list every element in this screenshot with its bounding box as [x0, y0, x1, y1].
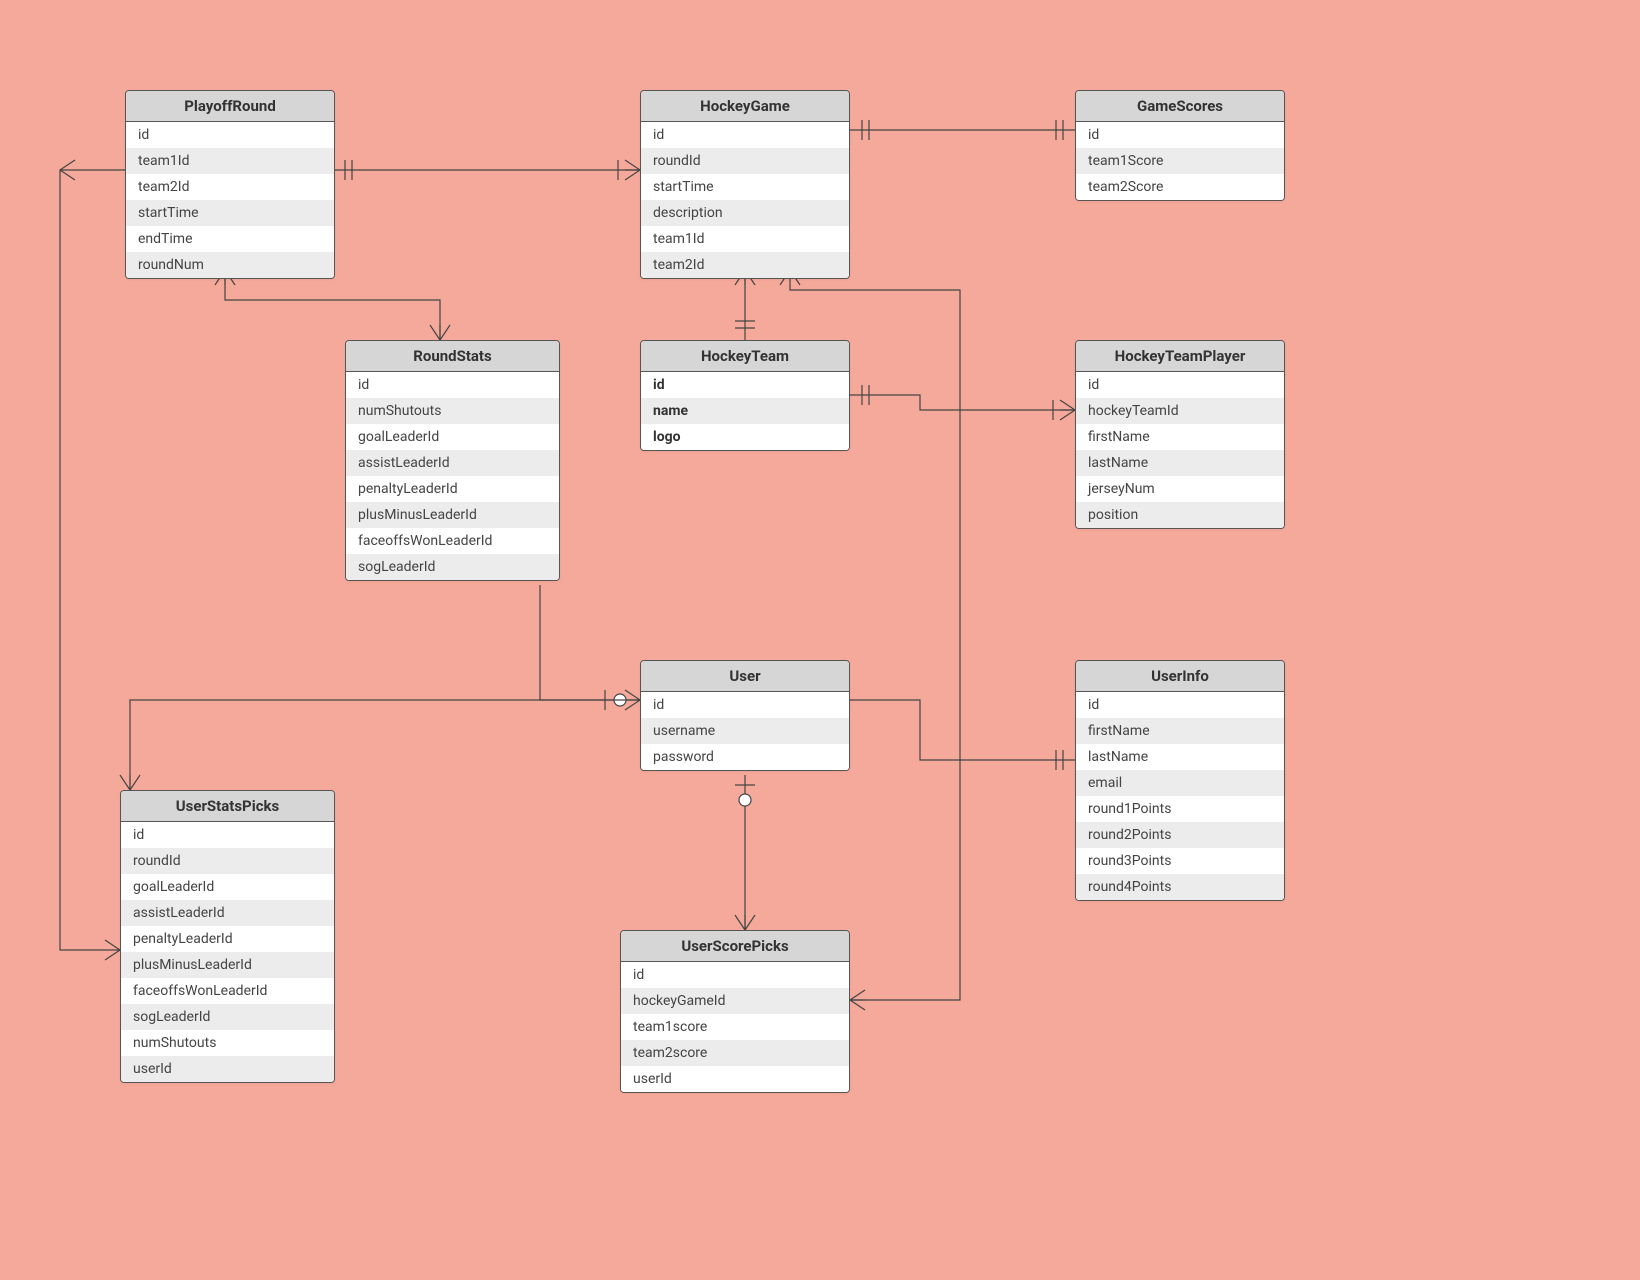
- field: id: [126, 122, 334, 148]
- field: sogLeaderId: [121, 1004, 334, 1030]
- field: penaltyLeaderId: [346, 476, 559, 502]
- field: userId: [621, 1066, 849, 1092]
- field: team1score: [621, 1014, 849, 1040]
- entity-userinfo[interactable]: UserInfo id firstName lastName email rou…: [1075, 660, 1285, 901]
- field: assistLeaderId: [121, 900, 334, 926]
- entity-title: RoundStats: [346, 341, 559, 372]
- field: plusMinusLeaderId: [346, 502, 559, 528]
- field: goalLeaderId: [346, 424, 559, 450]
- field: startTime: [641, 174, 849, 200]
- entity-title: User: [641, 661, 849, 692]
- field: team2Id: [126, 174, 334, 200]
- entity-roundstats[interactable]: RoundStats id numShutouts goalLeaderId a…: [345, 340, 560, 581]
- entity-playoffround[interactable]: PlayoffRound id team1Id team2Id startTim…: [125, 90, 335, 279]
- er-diagram-canvas: PlayoffRound id team1Id team2Id startTim…: [0, 0, 1640, 1280]
- field: hockeyTeamId: [1076, 398, 1284, 424]
- field: goalLeaderId: [121, 874, 334, 900]
- field: lastName: [1076, 744, 1284, 770]
- field: password: [641, 744, 849, 770]
- entity-title: GameScores: [1076, 91, 1284, 122]
- entity-userscorepicks[interactable]: UserScorePicks id hockeyGameId team1scor…: [620, 930, 850, 1093]
- field: round1Points: [1076, 796, 1284, 822]
- field: numShutouts: [121, 1030, 334, 1056]
- field: roundNum: [126, 252, 334, 278]
- field: name: [641, 398, 849, 424]
- field: description: [641, 200, 849, 226]
- field: endTime: [126, 226, 334, 252]
- field: team2score: [621, 1040, 849, 1066]
- field: id: [1076, 372, 1284, 398]
- entity-hockeyteamplayer[interactable]: HockeyTeamPlayer id hockeyTeamId firstNa…: [1075, 340, 1285, 529]
- field: round4Points: [1076, 874, 1284, 900]
- field: roundId: [121, 848, 334, 874]
- field: id: [1076, 692, 1284, 718]
- entity-title: PlayoffRound: [126, 91, 334, 122]
- field: id: [1076, 122, 1284, 148]
- field: id: [641, 372, 849, 398]
- field: team1Id: [126, 148, 334, 174]
- field: penaltyLeaderId: [121, 926, 334, 952]
- field: position: [1076, 502, 1284, 528]
- field: round2Points: [1076, 822, 1284, 848]
- field: round3Points: [1076, 848, 1284, 874]
- field: email: [1076, 770, 1284, 796]
- field: team2Id: [641, 252, 849, 278]
- field: plusMinusLeaderId: [121, 952, 334, 978]
- field: id: [346, 372, 559, 398]
- entity-title: HockeyTeamPlayer: [1076, 341, 1284, 372]
- field: roundId: [641, 148, 849, 174]
- field: logo: [641, 424, 849, 450]
- field: firstName: [1076, 424, 1284, 450]
- field: id: [641, 122, 849, 148]
- entity-title: UserInfo: [1076, 661, 1284, 692]
- field: team1Id: [641, 226, 849, 252]
- field: faceoffsWonLeaderId: [121, 978, 334, 1004]
- field: id: [641, 692, 849, 718]
- entity-title: HockeyGame: [641, 91, 849, 122]
- field: numShutouts: [346, 398, 559, 424]
- field: userId: [121, 1056, 334, 1082]
- entity-title: UserScorePicks: [621, 931, 849, 962]
- field: lastName: [1076, 450, 1284, 476]
- entity-user[interactable]: User id username password: [640, 660, 850, 771]
- entity-title: UserStatsPicks: [121, 791, 334, 822]
- field: sogLeaderId: [346, 554, 559, 580]
- entity-title: HockeyTeam: [641, 341, 849, 372]
- field: firstName: [1076, 718, 1284, 744]
- field: team1Score: [1076, 148, 1284, 174]
- entity-userstatspicks[interactable]: UserStatsPicks id roundId goalLeaderId a…: [120, 790, 335, 1083]
- entity-hockeygame[interactable]: HockeyGame id roundId startTime descript…: [640, 90, 850, 279]
- field: hockeyGameId: [621, 988, 849, 1014]
- field: id: [121, 822, 334, 848]
- field: assistLeaderId: [346, 450, 559, 476]
- field: id: [621, 962, 849, 988]
- field: team2Score: [1076, 174, 1284, 200]
- field: faceoffsWonLeaderId: [346, 528, 559, 554]
- field: username: [641, 718, 849, 744]
- field: startTime: [126, 200, 334, 226]
- field: jerseyNum: [1076, 476, 1284, 502]
- entity-hockeyteam[interactable]: HockeyTeam id name logo: [640, 340, 850, 451]
- entity-gamescores[interactable]: GameScores id team1Score team2Score: [1075, 90, 1285, 201]
